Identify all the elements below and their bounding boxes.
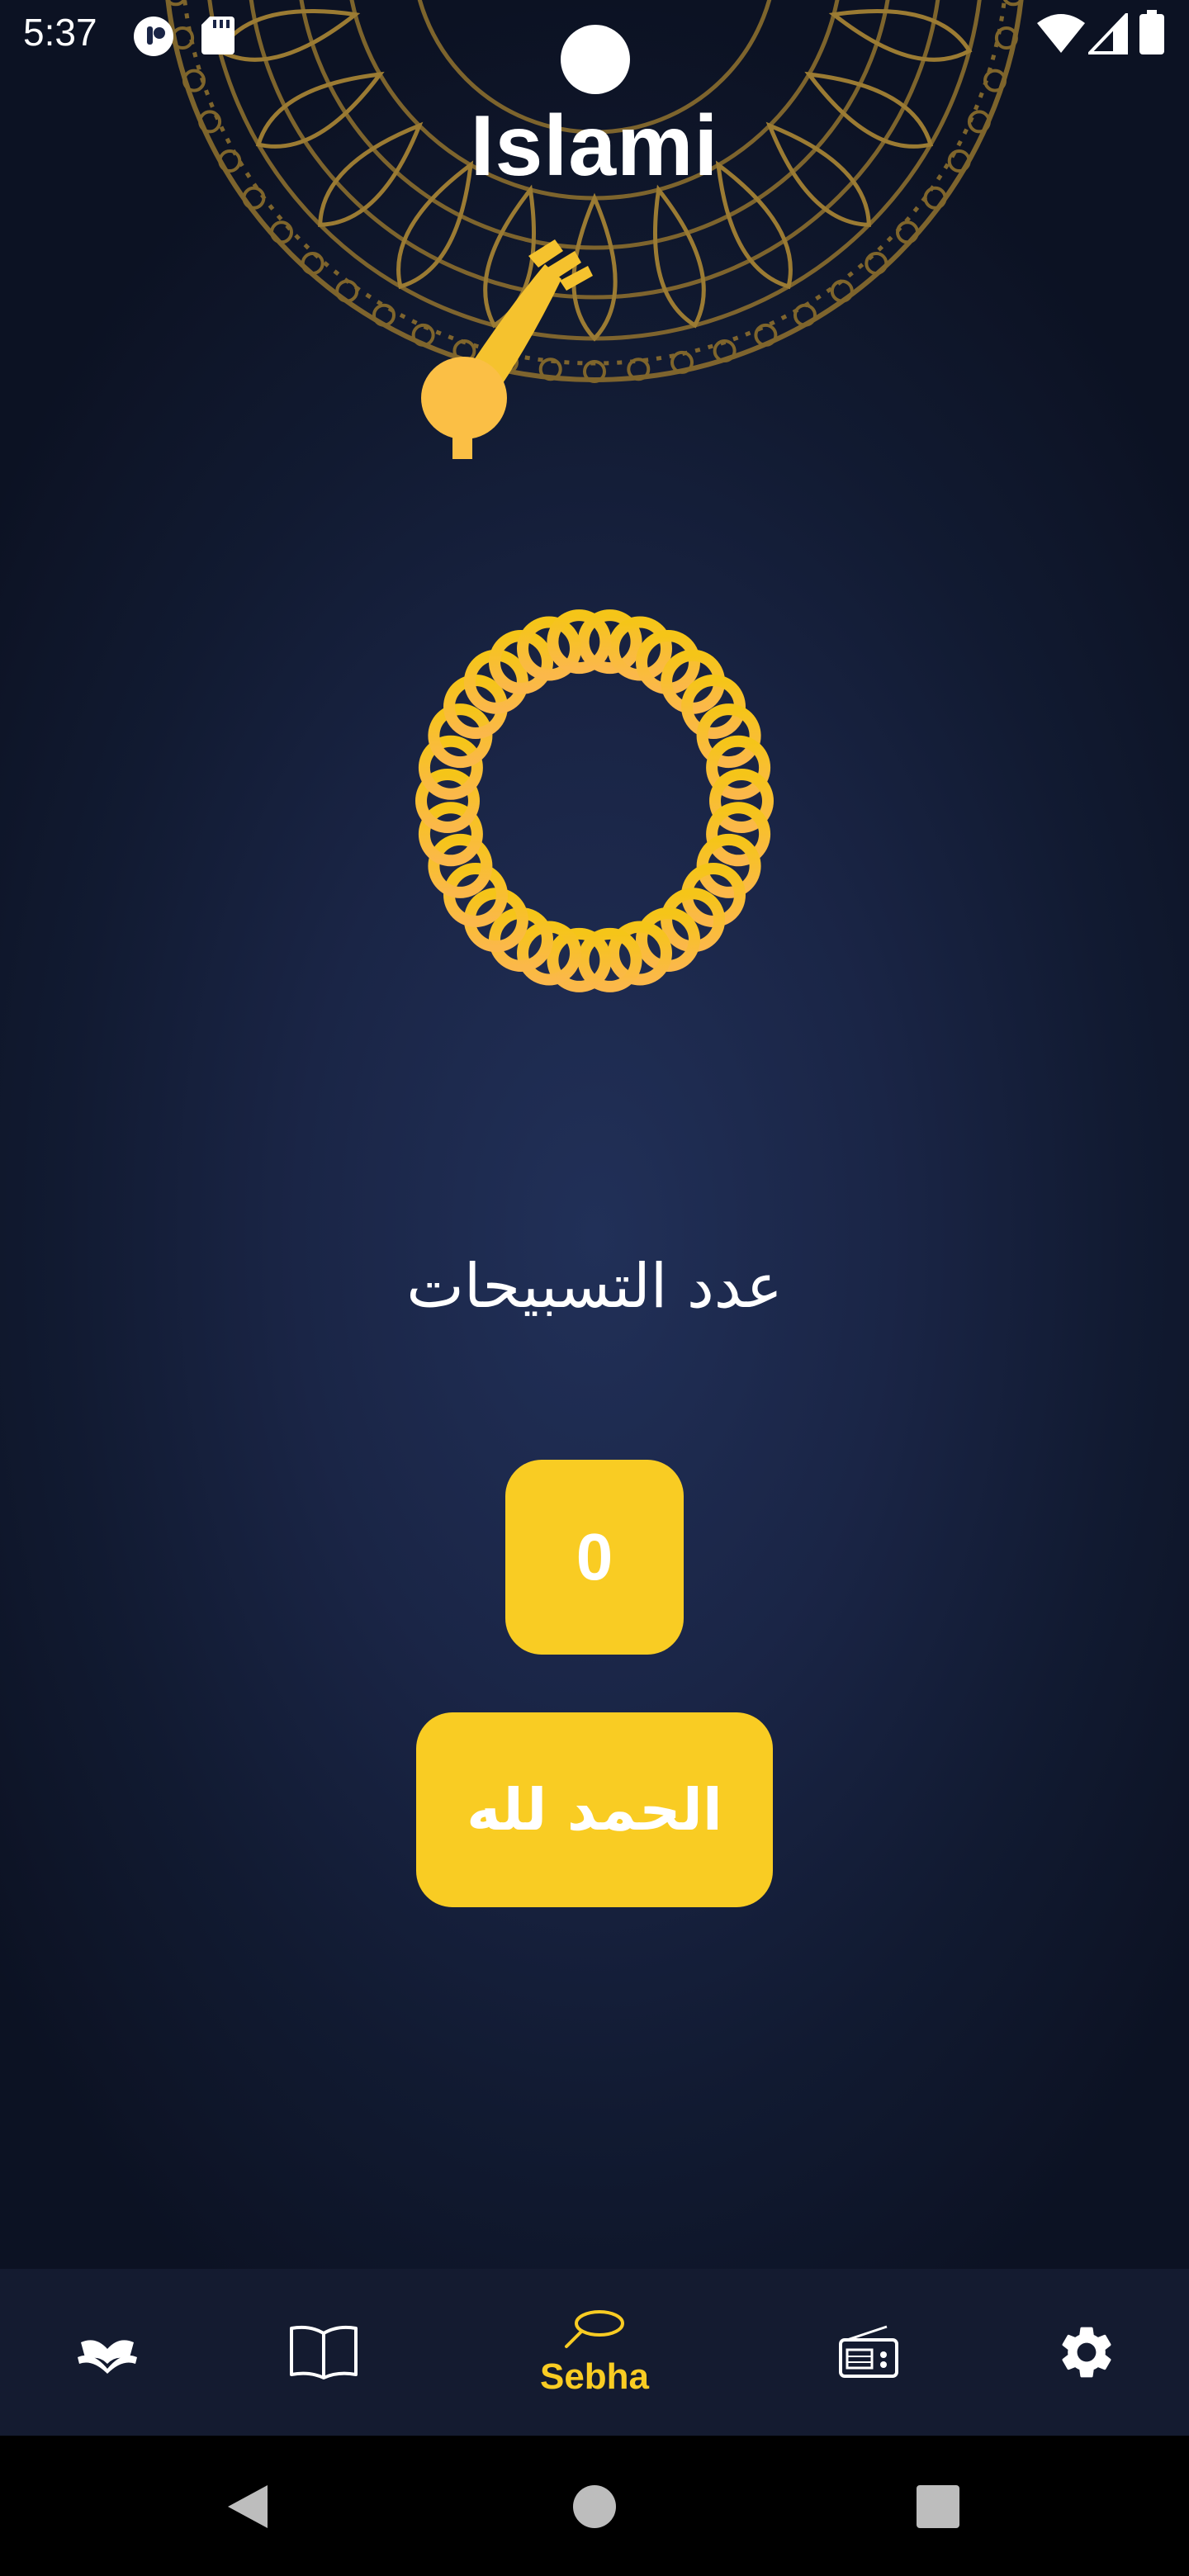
gear-icon	[1062, 2327, 1111, 2378]
tasbeeh-counter: 0	[505, 1460, 684, 1655]
dhikr-button[interactable]: الحمد لله	[416, 1712, 773, 1907]
sebha-beads-image[interactable]	[248, 223, 941, 1139]
nav-item-hadith[interactable]	[266, 2269, 381, 2436]
nav-item-radio[interactable]	[811, 2269, 926, 2436]
sd-card-icon	[201, 17, 234, 54]
recents-icon[interactable]	[915, 2484, 961, 2530]
camera-cutout	[561, 25, 630, 94]
sebha-tassel	[421, 239, 593, 459]
book-icon	[290, 2325, 358, 2379]
signal-icon	[1088, 13, 1128, 54]
wifi-icon	[1037, 14, 1085, 53]
nav-item-settings[interactable]	[1029, 2269, 1144, 2436]
privacy-indicator-icon	[134, 17, 173, 56]
system-navigation-bar	[0, 2436, 1189, 2576]
home-icon[interactable]	[571, 2484, 618, 2530]
status-bar: 5:37	[0, 0, 1189, 94]
bottom-navigation: Sebha	[0, 2269, 1189, 2436]
back-icon[interactable]	[223, 2482, 271, 2531]
tasbeeh-count-heading: عدد التسبيحات	[406, 1251, 783, 1322]
status-time: 5:37	[23, 11, 97, 54]
app-title: Islami	[470, 98, 719, 194]
nav-item-sebha[interactable]: Sebha	[512, 2269, 677, 2436]
radio-icon	[839, 2325, 898, 2378]
quran-icon	[78, 2340, 137, 2374]
nav-item-quran[interactable]	[50, 2269, 165, 2436]
battery-icon	[1139, 10, 1164, 54]
sebha-icon	[565, 2310, 624, 2348]
nav-label-sebha: Sebha	[539, 2356, 650, 2397]
